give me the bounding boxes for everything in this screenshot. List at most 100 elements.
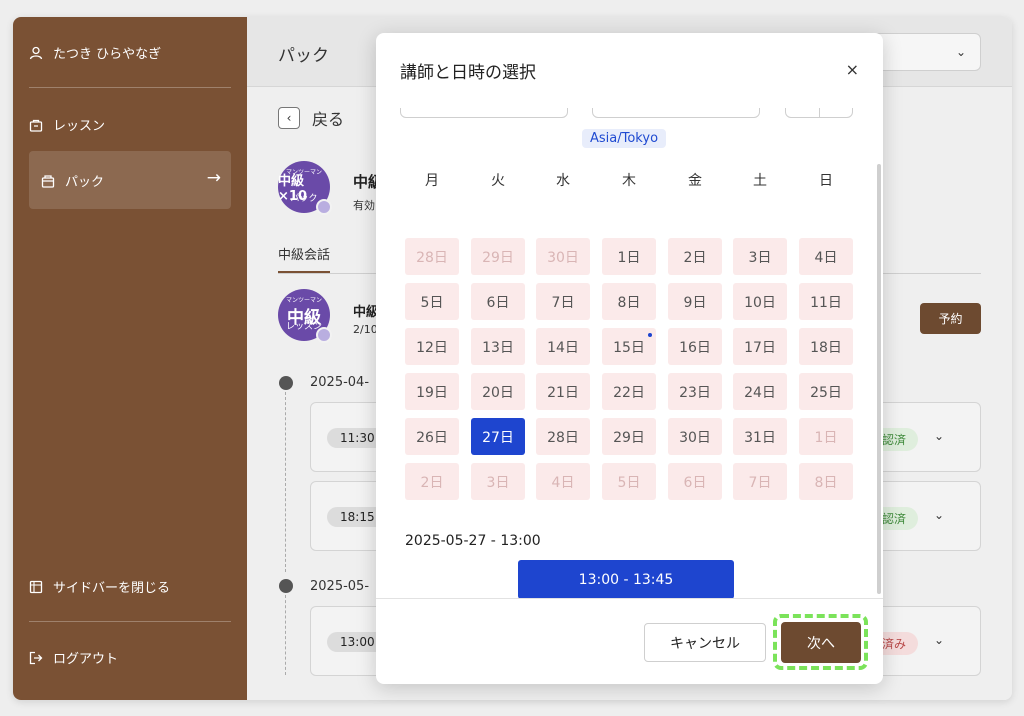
calendar-day[interactable]: 30日: [668, 418, 722, 455]
calendar-day[interactable]: 28日: [405, 238, 459, 275]
calendar-day[interactable]: 30日: [536, 238, 590, 275]
calendar-day[interactable]: 5日: [405, 283, 459, 320]
sidebar-divider: [29, 621, 231, 622]
calendar-day[interactable]: 11日: [799, 283, 853, 320]
calendar-day[interactable]: 19日: [405, 373, 459, 410]
weekday-label: 火: [491, 173, 505, 189]
calendar-day[interactable]: 29日: [471, 238, 525, 275]
weekday-label: 金: [688, 173, 702, 189]
calendar-day[interactable]: 10日: [733, 283, 787, 320]
cancel-button[interactable]: キャンセル: [644, 623, 766, 662]
calendar-day[interactable]: 18日: [799, 328, 853, 365]
chevron-down-icon: ⌄: [955, 45, 966, 59]
calendar-day[interactable]: 23日: [668, 373, 722, 410]
scrollbar[interactable]: [877, 108, 883, 598]
calendar-day-label: 16日: [679, 339, 711, 356]
calendar-day[interactable]: 16日: [668, 328, 722, 365]
badge-top-text: マンツーマン: [285, 297, 322, 304]
modal-title: 講師と日時の選択: [400, 63, 536, 83]
user-name: たつき ひらやなぎ: [53, 47, 162, 62]
calendar-day[interactable]: 21日: [536, 373, 590, 410]
badge-dot: [316, 199, 332, 215]
calendar-day[interactable]: 8日: [799, 463, 853, 500]
calendar-day-label: 30日: [679, 429, 711, 446]
chevron-down-icon[interactable]: ⌄: [934, 429, 944, 443]
calendar-day[interactable]: 20日: [471, 373, 525, 410]
calendar-day[interactable]: 22日: [602, 373, 656, 410]
calendar-day[interactable]: 2日: [405, 463, 459, 500]
calendar-day-label: 12日: [416, 339, 448, 356]
calendar-day[interactable]: 12日: [405, 328, 459, 365]
reserve-button[interactable]: 予約: [920, 303, 981, 334]
calendar-day[interactable]: 1日: [799, 418, 853, 455]
user-profile[interactable]: たつき ひらやなぎ: [29, 43, 161, 62]
pack-sub: 有効: [353, 199, 375, 212]
next-button[interactable]: 次へ: [781, 622, 861, 663]
close-icon[interactable]: ×: [846, 60, 859, 79]
calendar-day[interactable]: 13日: [471, 328, 525, 365]
logout-button[interactable]: ログアウト: [29, 648, 118, 667]
calendar-day-label: 21日: [547, 384, 579, 401]
calendar-day[interactable]: 24日: [733, 373, 787, 410]
calendar-day-label: 5日: [420, 294, 444, 311]
selected-datetime: 2025-05-27 - 13:00: [405, 533, 541, 549]
calendar-day[interactable]: 8日: [602, 283, 656, 320]
lesson-sub: 2/10: [353, 323, 378, 336]
calendar-day[interactable]: 6日: [668, 463, 722, 500]
calendar-day-label: 10日: [744, 294, 776, 311]
chevron-down-icon[interactable]: ⌄: [934, 633, 944, 647]
calendar-day[interactable]: 25日: [799, 373, 853, 410]
chevron-down-icon[interactable]: ⌄: [934, 508, 944, 522]
calendar-day-label: 6日: [486, 294, 510, 311]
calendar-day-label: 29日: [482, 249, 514, 266]
calendar-day[interactable]: 9日: [668, 283, 722, 320]
calendar-day-label: 6日: [683, 474, 707, 491]
calendar-day[interactable]: 7日: [536, 283, 590, 320]
calendar-day[interactable]: 27日: [471, 418, 525, 455]
back-label: 戻る: [312, 110, 345, 129]
sidebar-item-pack[interactable]: パック →: [29, 151, 231, 209]
calendar-day-label: 8日: [814, 474, 838, 491]
calendar-day[interactable]: 5日: [602, 463, 656, 500]
calendar-day[interactable]: 4日: [799, 238, 853, 275]
calendar-day[interactable]: 4日: [536, 463, 590, 500]
pack-badge: マンツーマン 中級×10 パック: [278, 161, 332, 215]
timeline-line: [285, 392, 286, 572]
scrollbar-thumb[interactable]: [877, 164, 881, 594]
sidebar-divider: [29, 87, 231, 88]
time-slot-button[interactable]: 13:00 - 13:45: [518, 560, 734, 598]
calendar-day[interactable]: 15日: [602, 328, 656, 365]
calendar-day-label: 2日: [683, 249, 707, 266]
calendar-day-label: 30日: [547, 249, 579, 266]
calendar-day[interactable]: 29日: [602, 418, 656, 455]
calendar-day[interactable]: 17日: [733, 328, 787, 365]
back-button[interactable]: ‹ 戻る: [278, 106, 344, 130]
calendar-day[interactable]: 7日: [733, 463, 787, 500]
tab-chukyu-kaiwa[interactable]: 中級会話: [278, 244, 331, 273]
calendar-day[interactable]: 6日: [471, 283, 525, 320]
calendar-day[interactable]: 31日: [733, 418, 787, 455]
calendar-day-label: 15日: [613, 339, 645, 356]
calendar-day[interactable]: 28日: [536, 418, 590, 455]
close-sidebar-button[interactable]: サイドバーを閉じる: [29, 577, 170, 596]
calendar-day-label: 19日: [416, 384, 448, 401]
calendar-day[interactable]: 3日: [733, 238, 787, 275]
calendar-day-label: 3日: [748, 249, 772, 266]
toggle-divider: [819, 108, 820, 118]
chevron-left-icon: ‹: [278, 107, 300, 129]
calendar-day-label: 5日: [617, 474, 641, 491]
calendar-day[interactable]: 2日: [668, 238, 722, 275]
calendar-day[interactable]: 26日: [405, 418, 459, 455]
sidebar-item-lesson[interactable]: レッスン: [29, 115, 105, 134]
modal-body: Asia/Tokyo 月 火 水 木 金 土 日 28日 29日 30日 1日 2日 3日 4日 5日 6日…: [376, 108, 883, 598]
teacher-select[interactable]: [400, 108, 568, 118]
calendar-day-label: 29日: [613, 429, 645, 446]
calendar-day[interactable]: 3日: [471, 463, 525, 500]
weekday-label: 水: [556, 173, 570, 189]
calendar-day-label: 1日: [814, 429, 838, 446]
calendar-day[interactable]: 1日: [602, 238, 656, 275]
weekday-label: 土: [753, 173, 767, 189]
calendar-day-label: 27日: [482, 429, 514, 446]
date-select[interactable]: [592, 108, 760, 118]
calendar-day[interactable]: 14日: [536, 328, 590, 365]
